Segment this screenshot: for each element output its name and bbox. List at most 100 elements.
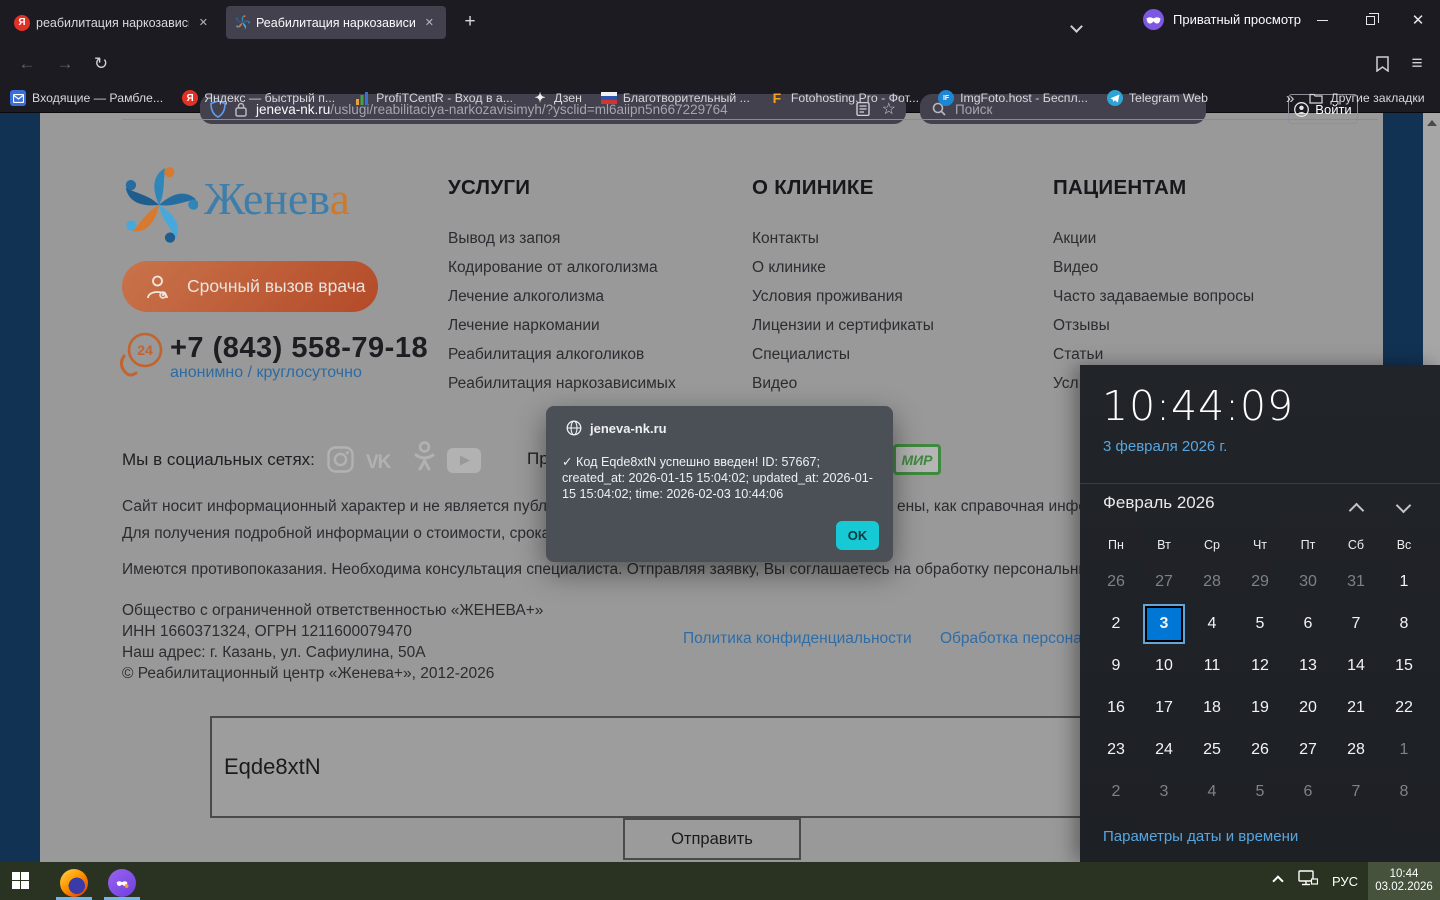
- date-time-settings-link[interactable]: Параметры даты и времени: [1103, 828, 1298, 845]
- calendar-day[interactable]: 23: [1092, 729, 1140, 771]
- bookmark-rambler-mail[interactable]: Входящие — Рамбле...: [10, 90, 163, 106]
- calendar-day[interactable]: 6: [1284, 771, 1332, 813]
- taskbar-firefox-private-icon[interactable]: [102, 866, 142, 900]
- calendar-day[interactable]: 5: [1236, 603, 1284, 645]
- tab-close-icon[interactable]: ✕: [421, 14, 438, 31]
- phone-number[interactable]: +7 (843) 558-79-18: [170, 332, 428, 365]
- bookmark-profitcentr[interactable]: ProfiTCentR - Вход в а...: [354, 90, 513, 106]
- footer-link[interactable]: О клинике: [752, 259, 1052, 288]
- footer-link[interactable]: Лечение алкоголизма: [448, 288, 748, 317]
- dialog-ok-button[interactable]: OK: [836, 521, 879, 550]
- library-icon[interactable]: [1368, 44, 1396, 84]
- bookmark-charity[interactable]: Благотворительный ...: [600, 90, 750, 106]
- calendar-day[interactable]: 10: [1140, 645, 1188, 687]
- calendar-day[interactable]: 21: [1332, 687, 1380, 729]
- privacy-policy-link[interactable]: Политика конфиденциальности: [683, 630, 912, 648]
- calendar-day[interactable]: 11: [1188, 645, 1236, 687]
- calendar-day[interactable]: 2: [1092, 603, 1140, 645]
- footer-link[interactable]: Реабилитация наркозависимых: [448, 375, 748, 404]
- footer-link[interactable]: Видео: [752, 375, 1052, 404]
- other-bookmarks-folder[interactable]: Другие закладки: [1308, 90, 1425, 106]
- language-indicator[interactable]: РУС: [1332, 874, 1358, 889]
- calendar-day[interactable]: 17: [1140, 687, 1188, 729]
- vk-icon[interactable]: VK: [366, 452, 391, 474]
- youtube-icon[interactable]: [447, 448, 481, 478]
- calendar-prev-month-chevron[interactable]: [1348, 502, 1365, 521]
- calendar-month-label[interactable]: Февраль 2026: [1103, 493, 1215, 513]
- calendar-day[interactable]: 2: [1092, 771, 1140, 813]
- logo-wordmark[interactable]: Женева: [204, 172, 350, 225]
- tab-jeneva[interactable]: Реабилитация наркозависимы ✕: [226, 6, 446, 39]
- bookmark-telegram[interactable]: Telegram Web: [1106, 90, 1208, 106]
- calendar-day[interactable]: 19: [1236, 687, 1284, 729]
- close-button[interactable]: ✕: [1397, 0, 1439, 40]
- forward-button[interactable]: →: [50, 44, 80, 84]
- calendar-day[interactable]: 13: [1284, 645, 1332, 687]
- calendar-day[interactable]: 1: [1380, 729, 1428, 771]
- calendar-day[interactable]: 28: [1188, 561, 1236, 603]
- footer-link[interactable]: Лицензии и сертификаты: [752, 317, 1052, 346]
- footer-link[interactable]: Лечение наркомании: [448, 317, 748, 346]
- tray-show-hidden-chevron[interactable]: [1272, 872, 1284, 890]
- calendar-day[interactable]: 22: [1380, 687, 1428, 729]
- tab-yandex-search[interactable]: Я реабилитация наркозависимы ✕: [6, 6, 220, 39]
- code-input[interactable]: Eqde8xtN: [210, 716, 1232, 818]
- jeneva-logo-icon[interactable]: [120, 166, 199, 249]
- minimize-button[interactable]: [1301, 0, 1343, 40]
- new-tab-button[interactable]: +: [456, 8, 484, 36]
- footer-link[interactable]: Специалисты: [752, 346, 1052, 375]
- footer-link[interactable]: Вывод из запоя: [448, 230, 748, 259]
- footer-link[interactable]: Видео: [1053, 259, 1353, 288]
- footer-link[interactable]: Кодирование от алкоголизма: [448, 259, 748, 288]
- submit-button[interactable]: Отправить: [623, 818, 801, 860]
- calendar-day[interactable]: 16: [1092, 687, 1140, 729]
- bookmark-fotohosting[interactable]: F Fotohosting.Pro - Фот...: [769, 90, 919, 106]
- footer-link[interactable]: Отзывы: [1053, 317, 1353, 346]
- bookmarks-overflow-chevron[interactable]: »: [1286, 90, 1294, 107]
- calendar-day[interactable]: 18: [1188, 687, 1236, 729]
- scrollbar-up-arrow-icon[interactable]: [1427, 120, 1437, 126]
- calendar-next-month-chevron[interactable]: [1395, 497, 1412, 516]
- tab-close-icon[interactable]: ✕: [195, 14, 212, 31]
- calendar-day[interactable]: 24: [1140, 729, 1188, 771]
- calendar-day[interactable]: 9: [1092, 645, 1140, 687]
- calendar-day[interactable]: 5: [1236, 771, 1284, 813]
- footer-link[interactable]: Контакты: [752, 230, 1052, 259]
- calendar-day[interactable]: 6: [1284, 603, 1332, 645]
- calendar-day[interactable]: 7: [1332, 603, 1380, 645]
- calendar-day[interactable]: 20: [1284, 687, 1332, 729]
- calendar-day[interactable]: 7: [1332, 771, 1380, 813]
- footer-link[interactable]: Акции: [1053, 230, 1353, 259]
- instagram-icon[interactable]: [327, 446, 354, 478]
- calendar-day[interactable]: 26: [1092, 561, 1140, 603]
- bookmark-yandex[interactable]: Я Яндекс — быстрый п...: [182, 90, 335, 106]
- clock-date[interactable]: 3 февраля 2026 г.: [1103, 438, 1227, 455]
- calendar-day[interactable]: 15: [1380, 645, 1428, 687]
- restore-button[interactable]: [1349, 0, 1391, 40]
- tab-list-chevron-icon[interactable]: [1070, 18, 1083, 36]
- tray-clock[interactable]: 10:44 03.02.2026: [1368, 862, 1440, 900]
- calendar-day[interactable]: 12: [1236, 645, 1284, 687]
- footer-link[interactable]: Условия проживания: [752, 288, 1052, 317]
- calendar-day[interactable]: 25: [1188, 729, 1236, 771]
- taskbar-firefox-icon[interactable]: [54, 866, 94, 900]
- calendar-day[interactable]: 26: [1236, 729, 1284, 771]
- calendar-day[interactable]: 27: [1140, 561, 1188, 603]
- menu-button[interactable]: ≡: [1402, 44, 1432, 84]
- calendar-day[interactable]: 8: [1380, 603, 1428, 645]
- network-icon[interactable]: [1298, 870, 1319, 892]
- calendar-day[interactable]: 4: [1188, 603, 1236, 645]
- calendar-day[interactable]: 14: [1332, 645, 1380, 687]
- start-button[interactable]: [12, 872, 29, 889]
- calendar-day[interactable]: 1: [1380, 561, 1428, 603]
- calendar-day[interactable]: 4: [1188, 771, 1236, 813]
- calendar-day[interactable]: 29: [1236, 561, 1284, 603]
- calendar-day[interactable]: 8: [1380, 771, 1428, 813]
- footer-link[interactable]: Часто задаваемые вопросы: [1053, 288, 1353, 317]
- calendar-day[interactable]: 31: [1332, 561, 1380, 603]
- calendar-day[interactable]: 30: [1284, 561, 1332, 603]
- bookmark-dzen[interactable]: ✦ Дзен: [532, 90, 582, 106]
- calendar-day[interactable]: 3: [1145, 606, 1183, 642]
- footer-link[interactable]: Реабилитация алкоголиков: [448, 346, 748, 375]
- calendar-day[interactable]: 27: [1284, 729, 1332, 771]
